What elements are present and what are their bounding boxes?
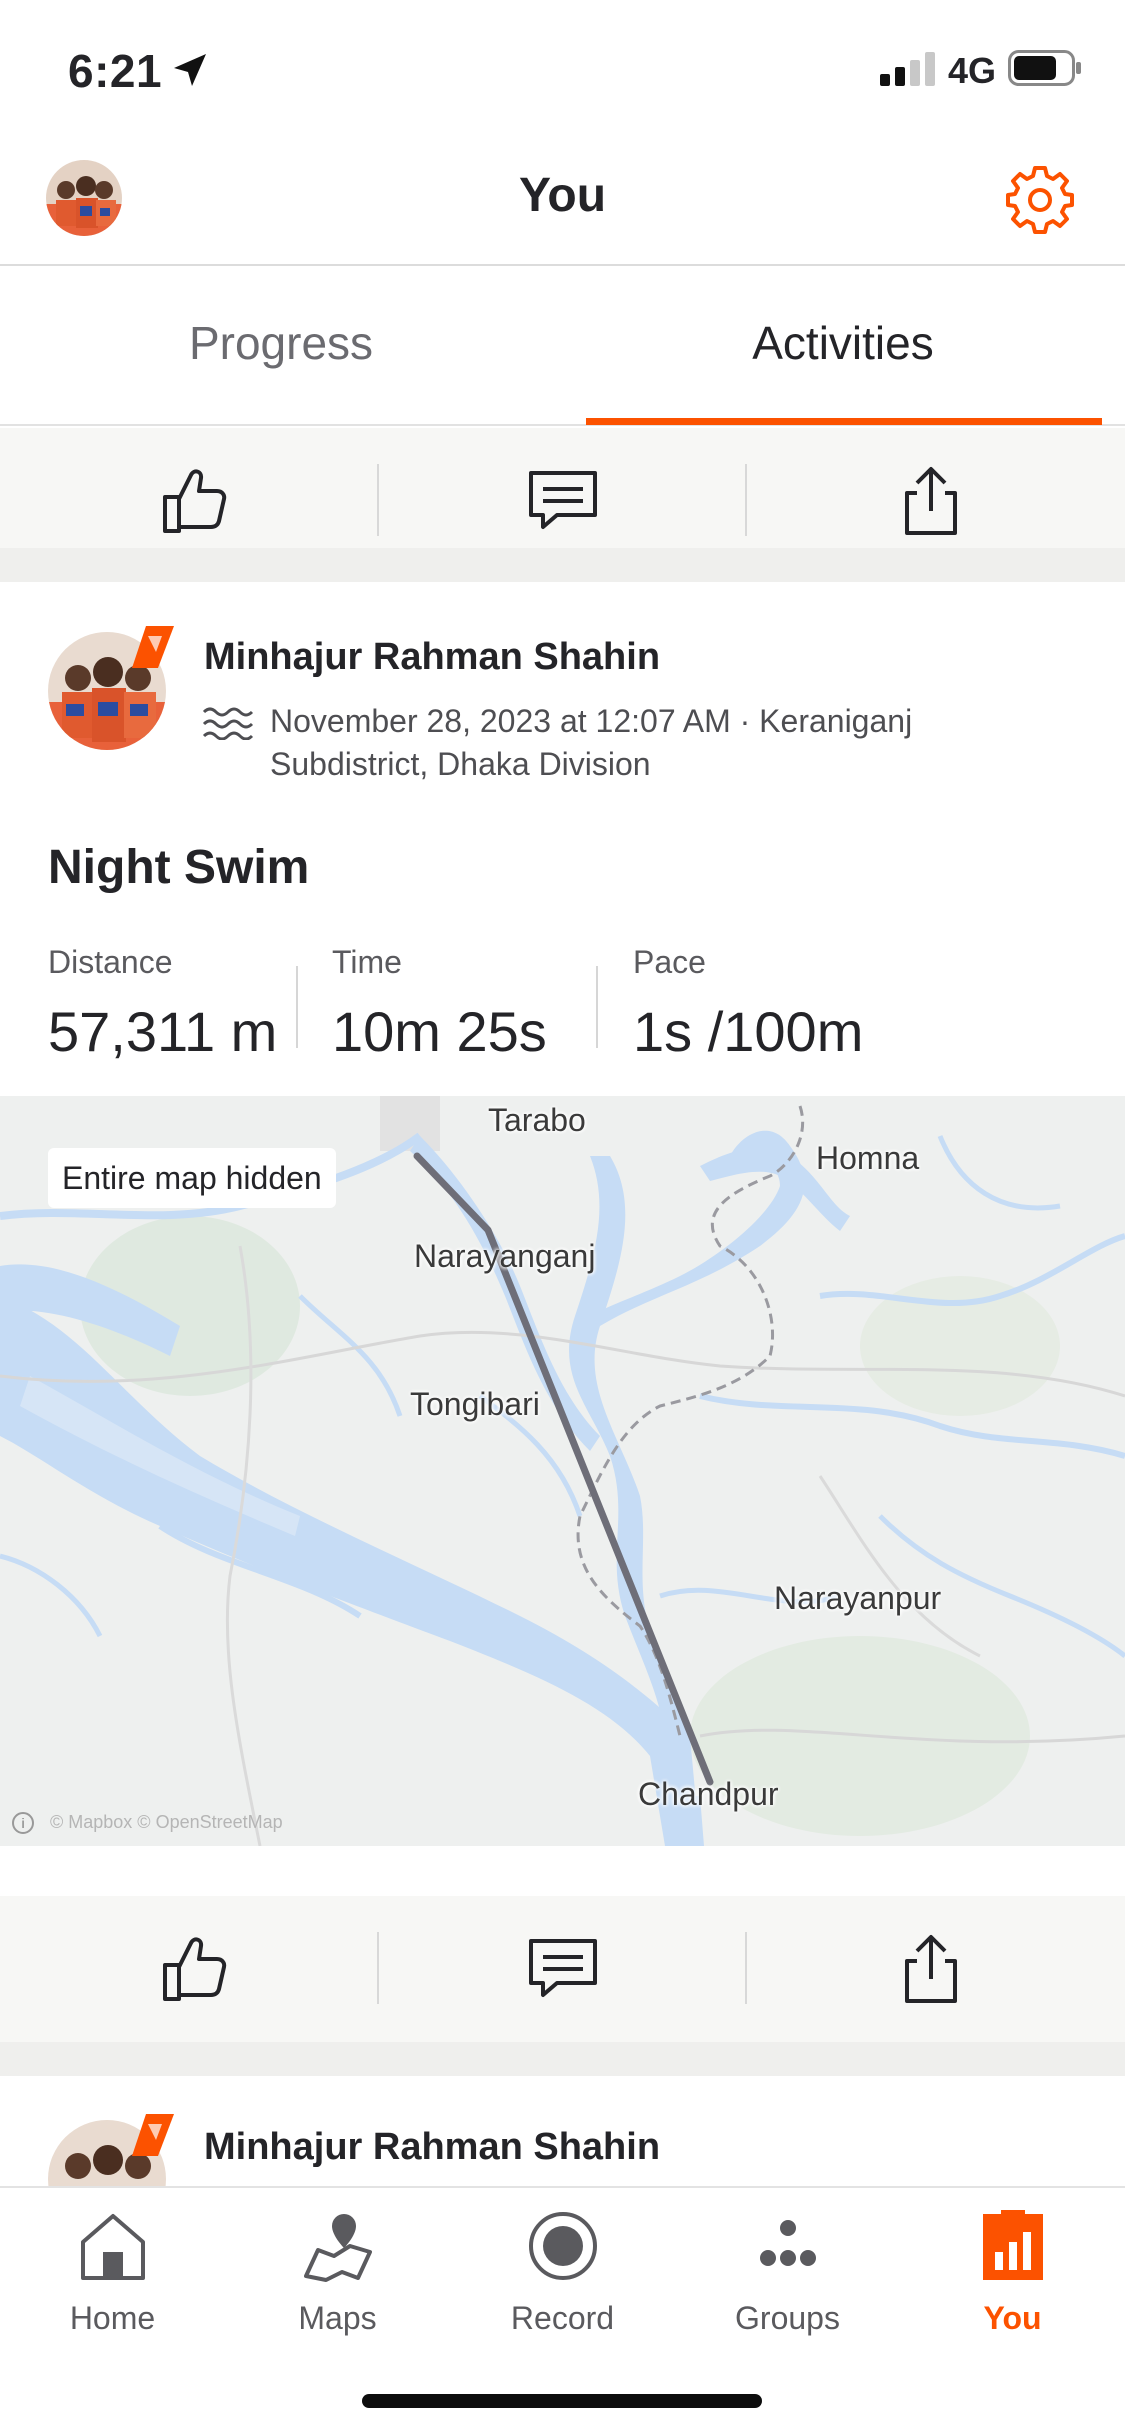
network-label: 4G: [948, 50, 997, 91]
stat-distance: Distance 57,311 m: [48, 944, 277, 1064]
map-background: [0, 1096, 1125, 1846]
athlete-name[interactable]: Minhajur Rahman Shahin: [204, 636, 660, 679]
tab-progress[interactable]: Progress: [0, 266, 562, 426]
activity-title[interactable]: Night Swim: [48, 840, 309, 895]
stat-label: Pace: [633, 944, 706, 980]
share-icon: [905, 1935, 957, 2003]
comment-icon: [529, 471, 597, 529]
subscriber-badge-icon: [132, 2114, 174, 2156]
active-tab-indicator: [586, 418, 1102, 425]
status-bar: 6:21 4G: [0, 0, 1125, 140]
nav-home[interactable]: Home: [0, 2206, 225, 2337]
activity-meta: November 28, 2023 at 12:07 AM · Keraniga…: [270, 703, 913, 782]
info-icon[interactable]: i: [12, 1812, 34, 1834]
comment-icon: [529, 1939, 597, 1997]
nav-groups[interactable]: Groups: [675, 2206, 900, 2337]
card-separator: [0, 548, 1125, 582]
nav-label: Maps: [298, 2300, 377, 2336]
stat-time: Time 10m 25s: [332, 944, 547, 1064]
stat-value: 57,311 m: [48, 1000, 278, 1063]
home-indicator: [362, 2394, 762, 2408]
top-header: You: [0, 140, 1125, 266]
nav-record[interactable]: Record: [450, 2206, 675, 2337]
activity-map[interactable]: Entire map hidden Tarabo Homna Narayanga…: [0, 1096, 1125, 1846]
map-label-tarabo: Tarabo: [488, 1102, 586, 1138]
nav-maps[interactable]: Maps: [225, 2206, 450, 2337]
map-label-chandpur: Chandpur: [638, 1776, 779, 1812]
stat-label: Distance: [48, 944, 173, 980]
stat-value: 10m 25s: [332, 1000, 547, 1063]
you-icon: [982, 2210, 1043, 2280]
activity-actions: [0, 1896, 1125, 2042]
kudos-button[interactable]: [10, 1896, 380, 2042]
map-hidden-badge: Entire map hidden: [48, 1148, 336, 1208]
nav-you[interactable]: You: [900, 2206, 1125, 2337]
groups-icon: [759, 2220, 816, 2266]
map-attribution[interactable]: i © Mapbox © OpenStreetMap: [12, 1812, 283, 1834]
share-button[interactable]: [746, 1896, 1116, 2042]
nav-label: Groups: [735, 2300, 840, 2336]
thumbs-up-icon: [163, 1937, 227, 2001]
map-label-narayanganj: Narayanganj: [414, 1238, 596, 1274]
record-icon: [528, 2212, 597, 2280]
map-label-homna: Homna: [816, 1140, 920, 1176]
signal-icon: [880, 52, 935, 86]
tab-bar: Progress Activities: [0, 266, 1125, 426]
map-label-narayanpur: Narayanpur: [774, 1580, 942, 1616]
map-spacer: [0, 1846, 1125, 1896]
next-athlete-name[interactable]: Minhajur Rahman Shahin: [204, 2126, 660, 2169]
stat-pace: Pace 1s /100m: [633, 944, 863, 1064]
comment-button[interactable]: [378, 1896, 748, 2042]
battery-icon: [1008, 50, 1081, 86]
stat-value: 1s /100m: [633, 1000, 864, 1063]
map-label-tongibari: Tongibari: [410, 1386, 540, 1422]
subscriber-badge-icon: [132, 626, 174, 668]
status-time: 6:21: [68, 45, 163, 97]
divider: [596, 966, 598, 1048]
share-icon: [905, 467, 957, 535]
card-separator: [0, 2042, 1125, 2076]
home-icon: [80, 2214, 145, 2280]
settings-gear-icon[interactable]: [1000, 160, 1080, 240]
location-arrow-icon: [174, 54, 206, 86]
swim-icon: [202, 707, 254, 740]
stat-label: Time: [332, 944, 402, 980]
nav-label: Home: [69, 2300, 156, 2336]
nav-label: You: [983, 2300, 1042, 2336]
map-attribution-text: © Mapbox © OpenStreetMap: [50, 1812, 283, 1832]
nav-label: Record: [510, 2300, 615, 2336]
tab-activities[interactable]: Activities: [562, 266, 1124, 426]
page-title: You: [518, 169, 607, 222]
maps-icon: [303, 2214, 372, 2282]
thumbs-up-icon: [163, 469, 227, 533]
divider: [296, 966, 298, 1048]
